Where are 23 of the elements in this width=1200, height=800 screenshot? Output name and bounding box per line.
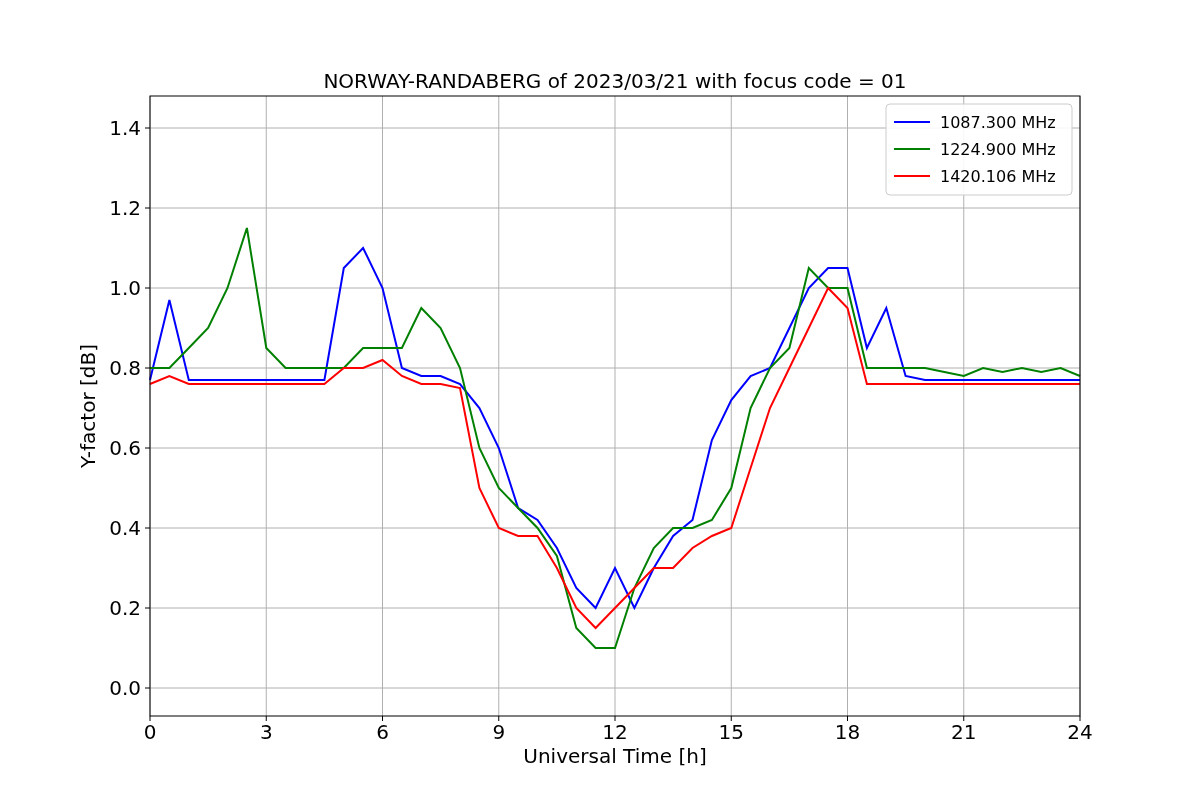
x-tick-label: 3 — [259, 720, 273, 744]
x-tick-label: 9 — [492, 720, 506, 744]
y-tick-label: 1.2 — [109, 196, 141, 220]
x-axis-label: Universal Time [h] — [523, 744, 707, 768]
x-tick-label: 24 — [1067, 720, 1093, 744]
chart-title: NORWAY-RANDABERG of 2023/03/21 with focus code = 01 — [323, 69, 907, 93]
y-tick-label: 0.6 — [109, 436, 141, 460]
y-tick-label: 1.0 — [109, 276, 141, 300]
legend-label: 1087.300 MHz — [940, 113, 1056, 132]
y-tick-label: 1.4 — [109, 116, 141, 140]
y-tick-label: 0.2 — [109, 596, 141, 620]
x-tick-label: 0 — [143, 720, 157, 744]
y-tick-label: 0.4 — [109, 516, 141, 540]
legend-label: 1224.900 MHz — [940, 140, 1056, 159]
x-tick-label: 12 — [602, 720, 628, 744]
y-axis-label: Y-factor [dB] — [76, 344, 100, 468]
x-tick-label: 6 — [376, 720, 389, 744]
legend-label: 1420.106 MHz — [940, 167, 1056, 186]
y-tick-label: 0.8 — [109, 356, 141, 380]
x-tick-label: 21 — [951, 720, 977, 744]
x-tick-label: 18 — [834, 720, 861, 744]
x-tick-label: 15 — [718, 720, 744, 744]
y-tick-label: 0.0 — [109, 676, 141, 700]
